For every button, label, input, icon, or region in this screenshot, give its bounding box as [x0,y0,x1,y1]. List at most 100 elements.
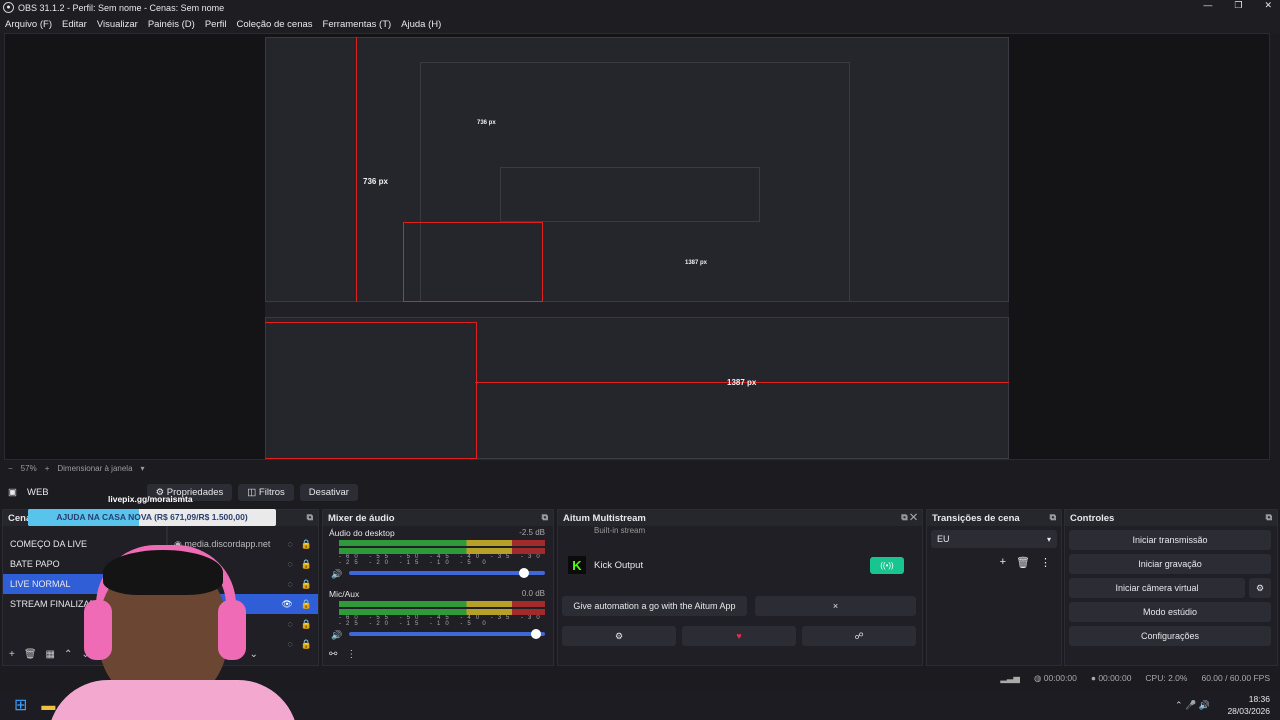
start-recording-button[interactable]: Iniciar gravação [1069,554,1271,574]
mixer-channel-desktop: Áudio do desktop -2.5 dB -60 -55 -50 -45… [323,526,553,580]
webcam-selection-box [265,322,477,459]
channel-name: Mic/Aux [329,589,360,599]
more-options-icon[interactable]: ⋮ [1040,556,1051,569]
volume-slider[interactable] [349,568,545,578]
virtual-camera-settings-button[interactable]: ⚙ [1249,578,1271,598]
zoom-percent: 57% [20,463,37,473]
settings-button[interactable]: Configurações [1069,626,1271,646]
channel-db: 0.0 dB [521,589,545,598]
studio-mode-button[interactable]: Modo estúdio [1069,602,1271,622]
livepix-url: livepix.gg/moraismta [108,494,193,504]
aitum-title-text: Aitum Multistream [563,512,646,524]
maximize-button[interactable]: ❐ [1234,0,1242,11]
aitum-title: Aitum Multistream ⧉ ✕ [558,510,922,526]
chevron-down-icon: ▾ [1046,534,1051,544]
lock-icon[interactable]: 🔒 [301,579,312,590]
aitum-dock: Aitum Multistream ⧉ ✕ Built-in stream K K… [557,509,923,666]
start-virtual-camera-button[interactable]: Iniciar câmera virtual [1069,578,1245,598]
donate-button[interactable]: ♥ [682,626,796,646]
width-label: 1387 px [727,378,757,387]
stream-time: ◍ 00:00:00 [1034,673,1077,684]
lock-icon[interactable]: 🔒 [301,619,312,630]
volume-meter [339,548,545,554]
filters-button[interactable]: ◫ Filtros [238,483,294,501]
trash-icon[interactable]: 🗑 [24,649,37,660]
system-tray-icons[interactable]: ⌃ 🎤 🔊 [1175,700,1210,711]
height-guide-line [356,37,357,302]
camera-icon: ▣ [8,486,17,498]
menu-scene-collection[interactable]: Coleção de cenas [231,19,317,30]
windows-start-icon[interactable]: ⊞ [14,695,27,715]
gear-icon: ⚙ [1255,582,1265,593]
zoom-in-button[interactable]: + [45,464,50,473]
donation-goal-bar: AJUDA NA CASA NOVA (R$ 671,09/R$ 1.500,0… [28,509,276,526]
menu-view[interactable]: Visualizar [92,19,143,30]
menu-docks[interactable]: Painéis (D) [143,19,200,30]
webcam-overlay [48,545,298,720]
more-options-icon[interactable]: ⋮ [346,649,356,660]
title-bar: ● OBS 31.1.2 - Perfil: Sem nome - Cenas:… [0,0,1280,15]
streamer-shirt [48,680,298,720]
trash-icon[interactable]: 🗑 [1016,556,1030,569]
minimize-button[interactable]: — [1203,0,1212,11]
dock-float-close-icons[interactable]: ⧉ ✕ [901,512,917,523]
slider-knob[interactable] [531,629,541,639]
nested-width-label: 1387 px [685,260,708,266]
nested-height-label: 736 px [477,120,496,126]
dock-float-icon[interactable]: ⧉ [1266,512,1272,523]
volume-meter [339,601,545,607]
add-scene-button[interactable]: + [9,649,15,660]
donation-goal-text: AJUDA NA CASA NOVA (R$ 671,09/R$ 1.500,0… [56,512,248,522]
lock-icon[interactable]: 🔒 [301,559,312,570]
mixer-title: Mixer de áudio ⧉ [323,510,553,526]
stream-time-text: 00:00:00 [1043,672,1077,683]
preview-area[interactable]: 736 px 1387 px 736 px 1387 px [4,33,1270,460]
audio-mixer-dock: Mixer de áudio ⧉ Áudio do desktop -2.5 dB… [322,509,554,666]
lock-icon[interactable]: 🔒 [301,539,312,550]
meter-scale: -60 -55 -50 -45 -40 -35 -30 -25 -20 -15 … [339,615,545,627]
nested-selection-box [403,222,543,302]
menu-edit[interactable]: Editar [57,19,92,30]
gear-icon: ⚙ [614,630,624,641]
dock-float-icon[interactable]: ⧉ [307,512,313,523]
dock-float-icon[interactable]: ⧉ [1050,512,1056,523]
clock: 18:36 28/03/2026 [1227,693,1270,717]
record-time-text: 00:00:00 [1098,673,1132,683]
settings-button[interactable]: ⚙ [562,626,676,646]
speaker-icon[interactable]: 🔊 [331,630,342,641]
menu-profile[interactable]: Perfil [200,19,232,30]
preview-canvas: 736 px 1387 px 736 px 1387 px [265,37,1009,459]
zoom-out-button[interactable]: − [8,464,13,473]
chevron-down-icon[interactable]: ▾ [141,464,145,473]
speaker-icon[interactable]: 🔊 [331,569,342,580]
channel-db: -2.5 dB [519,528,545,537]
start-streaming-button[interactable]: Iniciar transmissão [1069,530,1271,550]
menu-file[interactable]: Arquivo (F) [0,19,57,30]
zoom-mode-select[interactable]: Dimensionar à janela [57,464,132,473]
link-icon[interactable]: ⚯ [329,649,337,660]
lock-icon[interactable]: 🔒 [301,599,312,610]
add-transition-icon[interactable]: + [1000,556,1006,569]
volume-meter [339,609,545,615]
mixer-channel-mic: Mic/Aux 0.0 dB -60 -55 -50 -45 -40 -35 -… [323,587,553,641]
discord-button[interactable]: ☍ [802,626,916,646]
transition-selected: EU [937,534,950,544]
transition-select[interactable]: EU ▾ [931,530,1057,548]
aitum-promo-button[interactable]: Give automation a go with the Aitum App [562,596,747,616]
transitions-dock: Transições de cena ⧉ EU ▾ + 🗑 ⋮ [926,509,1062,666]
deactivate-button[interactable]: Desativar [299,483,358,501]
dock-float-icon[interactable]: ⧉ [542,512,548,523]
controls-title: Controles ⧉ [1065,510,1277,526]
close-button[interactable]: ✕ [1264,0,1272,11]
output-toggle[interactable]: ((•)) [870,556,904,574]
slider-knob[interactable] [519,568,529,578]
menu-help[interactable]: Ajuda (H) [396,19,446,30]
volume-slider[interactable] [349,629,545,639]
fps-counter: 60.00 / 60.00 FPS [1201,673,1270,683]
menu-tools[interactable]: Ferramentas (T) [318,19,397,30]
filter-icon: ◫ [247,486,259,498]
volume-meter [339,540,545,546]
headphone-right [218,600,246,660]
dismiss-promo-button[interactable]: × [754,596,916,616]
filters-label: Filtros [258,486,285,498]
